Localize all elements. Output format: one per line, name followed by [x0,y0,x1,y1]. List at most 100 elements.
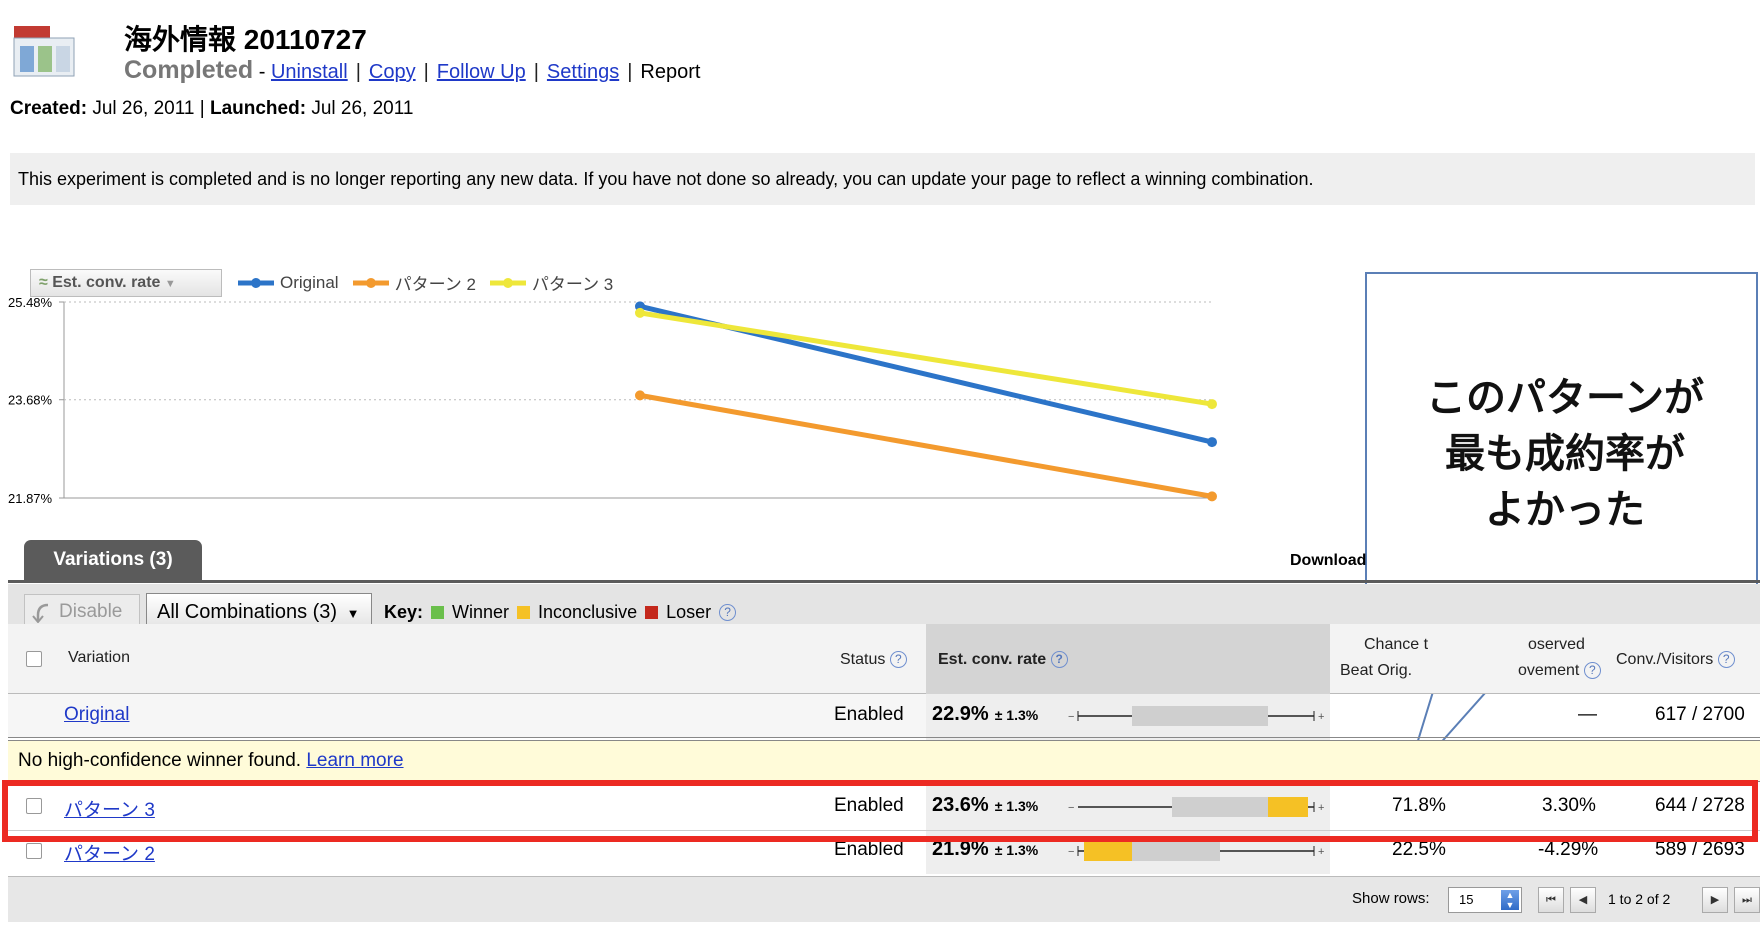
combinations-label: All Combinations (3) [157,601,338,623]
data-point [1207,399,1217,410]
uninstall-link[interactable]: Uninstall [271,61,348,83]
inconclusive-swatch [517,606,531,619]
key-legend: Key: Winner Inconclusive Loser ? [384,602,737,623]
winner-label: Winner [452,602,510,622]
legend-marker [238,277,274,288]
row-status: Enabled [834,704,904,725]
header-conv-visitors-label: Conv./Visitors [1616,651,1714,668]
data-point [1207,437,1217,448]
legend-marker [489,277,526,288]
help-icon[interactable]: ? [1583,662,1601,680]
header-est-conv[interactable]: Est. conv. rate ? [938,651,1068,669]
status-line: Completed - Uninstall | Copy | Follow Up | Set… [124,56,701,84]
report-label: Report [640,61,701,83]
series-line [639,310,1213,407]
legend-marker [352,277,389,288]
undo-icon [32,603,49,623]
stepper-icon: ▲ ▼ [1501,890,1519,910]
row-est-rate: 22.9% ± 1.3% [932,703,1038,726]
download-link[interactable]: Download [1290,552,1366,570]
svg-text:−: − [1068,846,1074,858]
callout-line-1: このパターンが [1426,374,1704,421]
launched-label: Launched: [209,98,307,119]
help-icon[interactable]: ? [719,604,737,621]
rows-per-page-select[interactable]: 15 ▲ ▼ [1448,887,1522,913]
data-point [635,307,645,318]
winner-swatch [431,606,445,619]
variation-link-original[interactable]: Original [64,704,129,726]
help-icon[interactable]: ? [1717,651,1735,669]
created-label: Created: [10,98,88,119]
row-conv-visitors: 589 / 2693 [1655,839,1745,860]
learn-more-link[interactable]: Learn more [306,750,403,771]
pagination-bar: Show rows: 15 ▲ ▼ ⏮ ◀ 1 to 2 of 2 ▶ ⏭ [8,876,1760,922]
experiment-dates: Created: Jul 26, 2011 | Launched: Jul 26… [10,98,414,119]
interval-bar: − + [1068,841,1324,861]
page-range: 1 to 2 of 2 [1608,891,1671,907]
wave-icon: ≈ [39,274,48,291]
header-improvement-line1: oserved [1528,636,1585,653]
highlight-box [2,780,1758,842]
data-point [635,390,645,401]
experiment-title: 海外情報 20110727 [124,24,367,55]
chevron-down-icon: ▼ [346,606,360,621]
row-improvement: — [1578,704,1597,725]
settings-link[interactable]: Settings [547,61,619,83]
created-value: Jul 26, 2011 [92,98,195,119]
rate-interval: ± 1.3% [994,842,1039,858]
select-all-checkbox[interactable] [26,651,42,667]
series-line [639,392,1213,499]
header-status[interactable]: Status ? [840,651,907,669]
disable-label: Disable [59,601,123,622]
key-label: Key: [384,602,424,622]
loser-label: Loser [666,602,712,622]
status-dash: - [258,61,266,83]
callout-text: このパターンが 最も成約率が よかった [1370,370,1760,538]
show-rows-label: Show rows: [1352,890,1430,907]
data-point [1207,491,1217,502]
header-improvement-label: ovement [1518,662,1580,679]
no-winner-banner: No high-confidence winner found. Learn m… [8,740,1760,782]
copy-link[interactable]: Copy [369,61,416,83]
interval-bar: − + [1068,706,1324,726]
banner-text: No high-confidence winner found. [18,750,302,771]
y-tick-label: 23.68% [8,393,53,408]
row-checkbox[interactable] [26,843,42,859]
row-conv-visitors: 617 / 2700 [1655,704,1745,725]
loser-swatch [645,606,659,619]
callout-line-3: よかった [1485,486,1645,533]
help-icon[interactable]: ? [1050,651,1068,669]
tab-variations[interactable]: Variations (3) [24,540,202,580]
help-icon[interactable]: ? [889,651,907,669]
show-rows: Show rows: [1352,890,1430,907]
header-status-label: Status [840,651,886,668]
row-improvement: -4.29% [1538,839,1599,860]
header-chance-line2: Beat Orig. [1340,662,1413,679]
tab-divider [8,580,1760,583]
header-variation: Variation [68,649,130,666]
rate-value: 22.9% [932,703,989,725]
chevron-down-icon: ▼ [164,278,176,290]
next-page-icon[interactable]: ▶ [1702,887,1728,913]
completed-notice: This experiment is completed and is no l… [10,153,1755,205]
follow-up-link[interactable]: Follow Up [437,61,526,83]
svg-text:−: − [1068,711,1074,723]
variation-link-pattern-2[interactable]: パターン 2 [64,839,155,866]
header-improvement-line2: ovement ? [1518,662,1601,680]
rows-value: 15 [1459,892,1474,907]
row-status: Enabled [834,839,904,860]
svg-text:+: + [1318,711,1324,723]
svg-text:+: + [1318,846,1324,858]
header-chance-line1: Chance t [1364,636,1429,653]
experiment-icon [12,22,78,78]
status-completed: Completed [124,56,254,84]
last-page-icon[interactable]: ⏭ [1734,887,1760,913]
y-tick-label: 25.48% [8,295,53,310]
header-conv-visitors[interactable]: Conv./Visitors ? [1616,651,1735,669]
callout-line-2: 最も成約率が [1445,430,1685,477]
first-page-icon[interactable]: ⏮ [1538,887,1564,913]
prev-page-icon[interactable]: ◀ [1570,887,1596,913]
rate-interval: ± 1.3% [994,707,1039,723]
inconclusive-label: Inconclusive [538,602,638,622]
conversion-chart: 25.48% 23.68% 21.87% [8,295,1217,506]
